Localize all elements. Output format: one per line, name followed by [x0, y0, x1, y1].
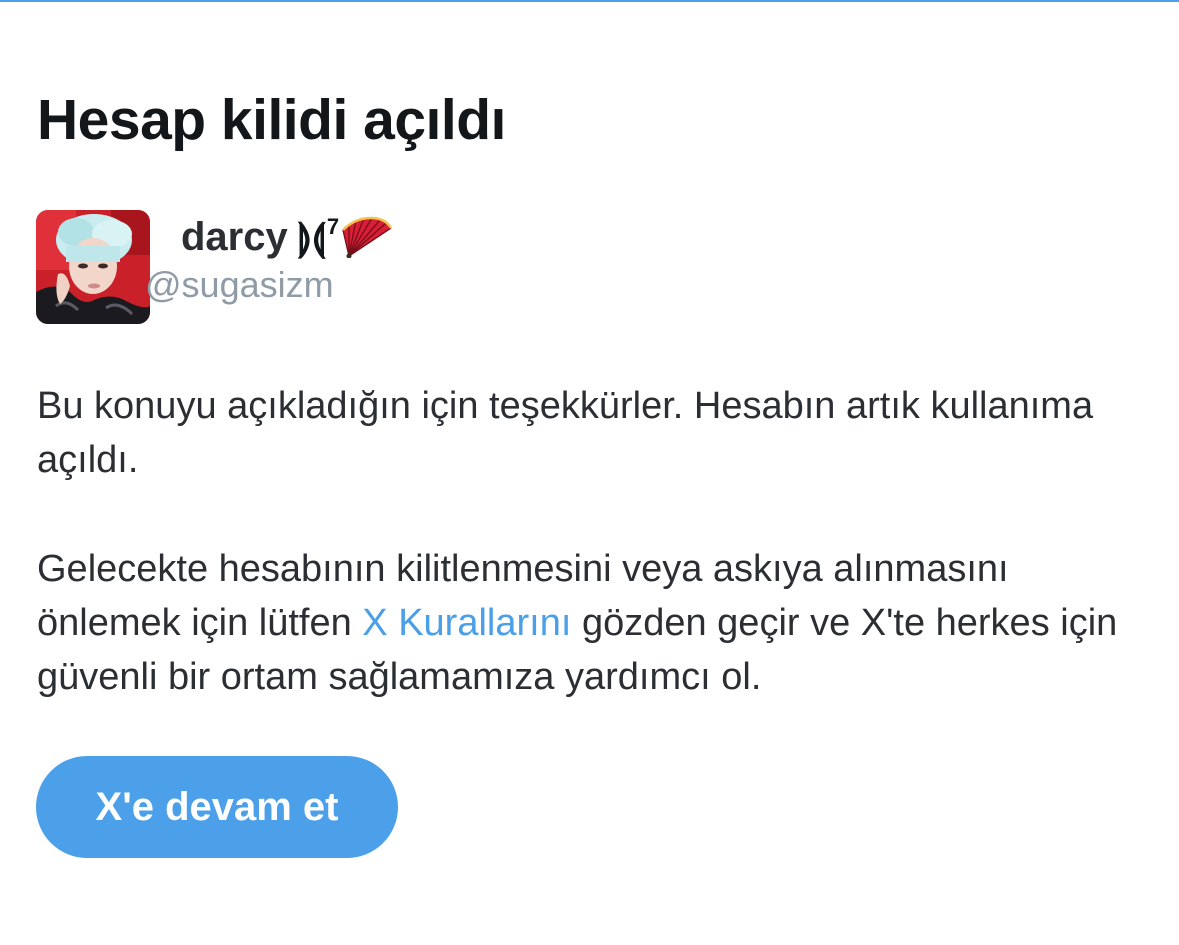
avatar: [36, 210, 150, 324]
name-symbol: ⟭⟬: [297, 214, 326, 259]
page-title: Hesap kilidi açıldı: [37, 88, 506, 152]
account-unlocked-page: Hesap kilidi açıldı darcy ⟭⟬ 7 @sugasizm…: [0, 0, 1179, 945]
rules-message: Gelecekte hesabının kilitlenmesini veya …: [37, 542, 1137, 704]
continue-to-x-button[interactable]: X'e devam et: [36, 756, 398, 858]
display-name: darcy: [181, 214, 288, 259]
account-card: darcy ⟭⟬ 7: [36, 210, 736, 324]
name-superscript: 7: [326, 214, 340, 239]
folding-fan-icon: [342, 216, 393, 258]
display-name-row: darcy ⟭⟬ 7: [181, 212, 393, 262]
avatar-image: [36, 210, 150, 324]
top-divider: [0, 0, 1179, 2]
account-handle: @sugasizm: [145, 264, 334, 305]
thanks-message: Bu konuyu açıkladığın için teşekkürler. …: [37, 385, 1094, 481]
x-rules-link[interactable]: X Kurallarını: [362, 602, 571, 644]
